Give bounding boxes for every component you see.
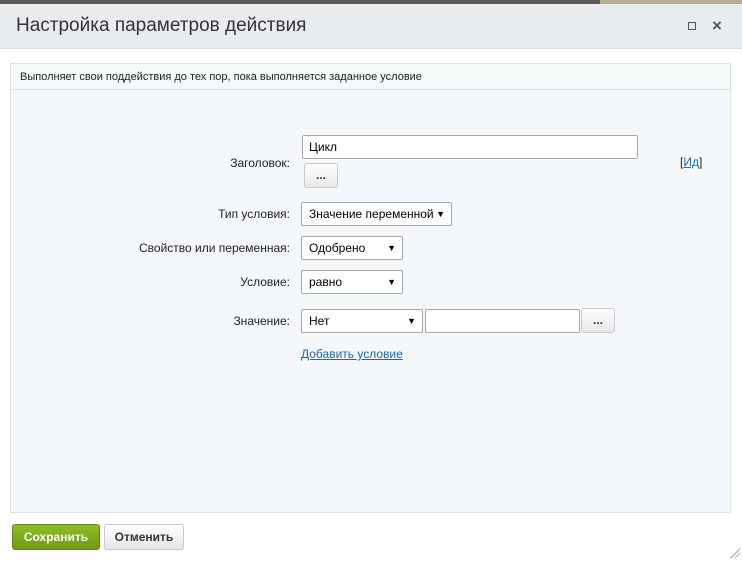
value-label: Значение:	[233, 314, 290, 328]
close-icon[interactable]: ×	[709, 17, 725, 34]
condition-select[interactable]: равно ▼	[301, 270, 403, 294]
save-button[interactable]: Сохранить	[12, 524, 100, 550]
maximize-icon[interactable]	[684, 18, 700, 34]
dialog-title: Настройка параметров действия	[16, 15, 307, 36]
id-bracket-close: ]	[698, 155, 703, 169]
condition-label: Условие:	[240, 275, 290, 289]
dialog-titlebar[interactable]: Настройка параметров действия ×	[0, 4, 742, 49]
chevron-down-icon: ▼	[387, 277, 396, 287]
id-link-wrap: [Ид]	[680, 155, 702, 169]
chevron-down-icon: ▼	[436, 209, 445, 219]
property-select[interactable]: Одобрено ▼	[301, 236, 403, 260]
condition-type-select[interactable]: Значение переменной ▼	[301, 202, 452, 226]
title-input[interactable]	[302, 135, 638, 159]
chevron-down-icon: ▼	[407, 316, 416, 326]
value-select[interactable]: Нет ▼	[301, 309, 423, 333]
action-settings-dialog: Настройка параметров действия × Выполняе…	[0, 4, 742, 562]
value-select-value: Нет	[309, 314, 330, 328]
value-input[interactable]	[425, 309, 580, 333]
id-link[interactable]: Ид	[683, 155, 699, 169]
title-dots-button[interactable]: ...	[304, 163, 338, 188]
condition-type-value: Значение переменной	[309, 207, 434, 221]
add-condition-link[interactable]: Добавить условие	[301, 347, 403, 361]
property-label: Свойство или переменная:	[139, 241, 290, 255]
value-dots-button[interactable]: ...	[581, 308, 615, 333]
resize-handle[interactable]	[730, 548, 740, 558]
property-value: Одобрено	[309, 241, 366, 255]
cancel-button[interactable]: Отменить	[104, 524, 184, 550]
condition-value: равно	[309, 275, 343, 289]
condition-type-label: Тип условия:	[218, 207, 290, 221]
action-description: Выполняет свои поддействия до тех пор, п…	[11, 64, 730, 90]
chevron-down-icon: ▼	[387, 243, 396, 253]
title-label: Заголовок:	[230, 156, 290, 170]
